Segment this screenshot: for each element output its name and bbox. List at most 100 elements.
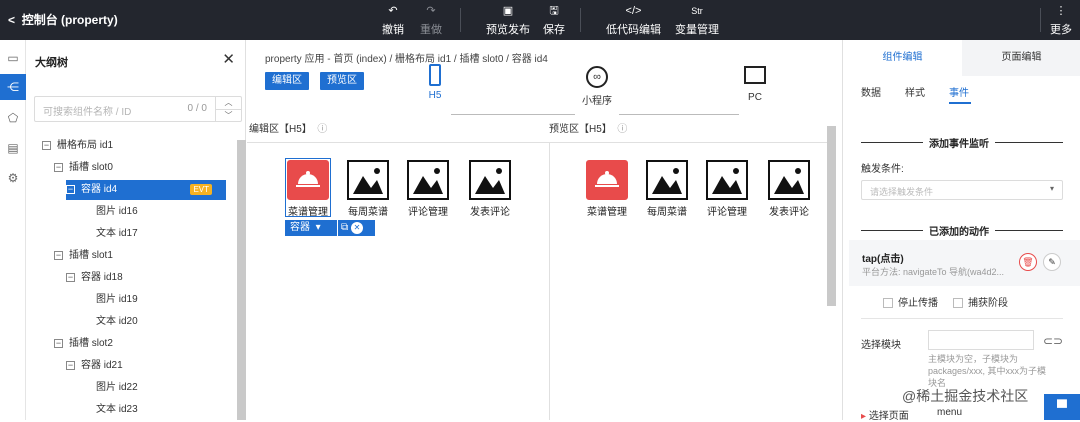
tree-node[interactable]: 文本 id17 bbox=[96, 224, 138, 244]
edit-area-title-text: 编辑区【H5】 bbox=[249, 124, 312, 135]
tree-node[interactable]: 图片 id22 bbox=[96, 378, 138, 398]
outline-search: 可搜索组件名称 / ID 0 / 0 ︿ ﹀ bbox=[34, 96, 242, 122]
tree-node[interactable]: 图片 id16 bbox=[96, 202, 138, 222]
component-actions: ⧉ ✕ bbox=[338, 220, 375, 236]
trigger-select[interactable]: 请选择触发条件 ▾ bbox=[861, 180, 1063, 200]
trigger-select-placeholder: 请选择触发条件 bbox=[870, 187, 934, 197]
tree-node[interactable]: − 栅格布局 id1 bbox=[42, 136, 113, 156]
datasource-icon[interactable]: ▤ bbox=[3, 138, 23, 158]
top-bar: < 控制台 (property) ↶ 撤销 ↷ 重做 ▣ 预览发布 🖫 保存 </> 低代… bbox=[0, 0, 1080, 40]
canvas-area: property 应用 - 首页 (index) / 栅格布局 id1 / 插槽… bbox=[247, 40, 841, 420]
grid-item[interactable]: 发表评论 bbox=[461, 160, 519, 218]
tree-node-label: 图片 id19 bbox=[96, 294, 138, 305]
action-desc: 平台方法: navigateTo 导航(wa4d2... bbox=[862, 267, 1005, 277]
module-note: 主模块为空，子模块为packages/xxx, 其中xxx为子模块名 bbox=[928, 354, 1047, 388]
item-label: 评论管理 bbox=[707, 207, 747, 218]
collapse-icon[interactable]: − bbox=[54, 162, 63, 172]
image-placeholder-icon bbox=[768, 160, 810, 200]
tree-node-label: 文本 id17 bbox=[96, 228, 138, 239]
tab-page-edit[interactable]: 页面编辑 bbox=[962, 40, 1080, 76]
stop-propagation-checkbox[interactable]: 停止传播 bbox=[883, 294, 938, 309]
info-icon[interactable]: ⓘ bbox=[315, 124, 327, 135]
redo-button[interactable]: ↷ 重做 bbox=[420, 3, 442, 37]
tree-node[interactable]: − 容器 id18 bbox=[66, 268, 123, 288]
checkbox-label: 捕获阶段 bbox=[968, 298, 1008, 309]
grid-item[interactable]: 每周菜谱 bbox=[339, 160, 397, 218]
component-icon[interactable]: ⬠ bbox=[3, 108, 23, 128]
device-pc[interactable]: PC bbox=[741, 66, 769, 103]
tree-node[interactable]: 文本 id23 bbox=[96, 400, 138, 420]
module-input[interactable] bbox=[928, 330, 1034, 350]
chevron-down-icon[interactable]: ﹀ bbox=[215, 109, 241, 121]
grid-item[interactable]: 菜谱管理 bbox=[578, 160, 636, 218]
preview-icon: ▣ bbox=[502, 5, 514, 17]
edit-icon[interactable]: ✎ bbox=[1043, 253, 1061, 271]
tree-node-selected[interactable]: − 容器 id4 EVT bbox=[66, 180, 226, 200]
collapse-icon[interactable]: − bbox=[66, 184, 75, 194]
outline-scrollbar[interactable] bbox=[237, 140, 246, 420]
delete-icon[interactable]: 🗑 bbox=[1019, 253, 1037, 271]
tree-node[interactable]: 文本 id20 bbox=[96, 312, 138, 332]
trigger-label: 触发条件: bbox=[861, 164, 904, 175]
checkbox-box bbox=[883, 298, 893, 309]
lowcode-edit-button[interactable]: </> 低代码编辑 bbox=[606, 3, 661, 37]
capture-phase-checkbox[interactable]: 捕获阶段 bbox=[953, 294, 1008, 309]
device-connector bbox=[619, 114, 739, 115]
tree-node-label: 插槽 slot0 bbox=[69, 162, 113, 173]
outline-tree-icon[interactable]: ⋲ bbox=[0, 74, 26, 100]
info-icon[interactable]: ⓘ bbox=[615, 124, 627, 135]
chat-icon[interactable]: ▀ bbox=[1044, 394, 1080, 420]
tree-node[interactable]: 图片 id19 bbox=[96, 290, 138, 310]
tree-node[interactable]: − 容器 id21 bbox=[66, 356, 123, 376]
divider bbox=[460, 8, 461, 32]
grid-item[interactable]: 每周菜谱 bbox=[638, 160, 696, 218]
undo-button[interactable]: ↶ 撤销 bbox=[382, 3, 404, 37]
preview-publish-button[interactable]: ▣ 预览发布 bbox=[486, 3, 530, 37]
edit-area-button[interactable]: 编辑区 bbox=[265, 72, 309, 90]
evt-badge: EVT bbox=[190, 184, 212, 195]
property-panel: 组件编辑 页面编辑 数据 样式 事件 添加事件监听 触发条件: 请选择触发条件 … bbox=[842, 40, 1080, 422]
back-button[interactable]: < 控制台 (property) bbox=[8, 11, 118, 28]
collapse-icon[interactable]: − bbox=[54, 250, 63, 260]
tree-node-label: 插槽 slot1 bbox=[69, 250, 113, 261]
watermark: @稀土掘金技术社区 bbox=[902, 388, 1029, 404]
pages-icon[interactable]: ▭ bbox=[3, 48, 23, 68]
item-label: 发表评论 bbox=[769, 207, 809, 218]
page-select-value[interactable]: menu bbox=[937, 407, 962, 418]
grid-item[interactable]: 评论管理 bbox=[399, 160, 457, 218]
device-miniprogram[interactable]: ∞ 小程序 bbox=[577, 66, 617, 107]
more-button[interactable]: ⋮ 更多 bbox=[1050, 3, 1072, 37]
tree-node[interactable]: − 插槽 slot2 bbox=[54, 334, 113, 354]
component-type-dropdown[interactable]: 容器 ▾ bbox=[285, 220, 337, 236]
tree-node-label: 容器 id4 bbox=[81, 184, 118, 195]
collapse-icon[interactable]: − bbox=[66, 360, 75, 370]
preview-area-button[interactable]: 预览区 bbox=[320, 72, 364, 90]
chevron-up-icon[interactable]: ︿ bbox=[215, 97, 241, 109]
delete-circle-icon[interactable]: ✕ bbox=[350, 222, 363, 234]
collapse-icon[interactable]: − bbox=[66, 272, 75, 282]
tree-node[interactable]: − 插槽 slot1 bbox=[54, 246, 113, 266]
search-count: 0 / 0 bbox=[187, 103, 207, 114]
save-icon: 🖫 bbox=[549, 5, 559, 17]
copy-icon[interactable]: ⧉ bbox=[341, 222, 348, 233]
device-h5[interactable]: H5 bbox=[423, 64, 447, 101]
grid-item[interactable]: 发表评论 bbox=[760, 160, 818, 218]
tab-component-edit[interactable]: 组件编辑 bbox=[843, 40, 962, 76]
canvas-scrollbar[interactable] bbox=[827, 126, 836, 306]
link-icon[interactable]: ⊂⊃ bbox=[1043, 334, 1063, 348]
collapse-icon[interactable]: − bbox=[42, 140, 51, 150]
collapse-icon[interactable]: − bbox=[54, 338, 63, 348]
settings-icon[interactable]: ⚙ bbox=[3, 168, 23, 188]
subtab-data[interactable]: 数据 bbox=[861, 84, 881, 99]
subtab-style[interactable]: 样式 bbox=[905, 84, 925, 99]
tree-node-label: 文本 id20 bbox=[96, 316, 138, 327]
subtab-events[interactable]: 事件 bbox=[949, 84, 969, 99]
save-button[interactable]: 🖫 保存 bbox=[543, 3, 565, 37]
search-input[interactable]: 可搜索组件名称 / ID bbox=[43, 103, 131, 118]
added-actions-title: 已添加的动作 bbox=[923, 223, 995, 238]
tree-node[interactable]: − 插槽 slot0 bbox=[54, 158, 113, 178]
grid-item[interactable]: 评论管理 bbox=[698, 160, 756, 218]
miniprogram-icon: ∞ bbox=[586, 66, 608, 88]
close-icon[interactable]: ✕ bbox=[222, 50, 235, 68]
var-manage-button[interactable]: Str 变量管理 bbox=[675, 3, 719, 37]
